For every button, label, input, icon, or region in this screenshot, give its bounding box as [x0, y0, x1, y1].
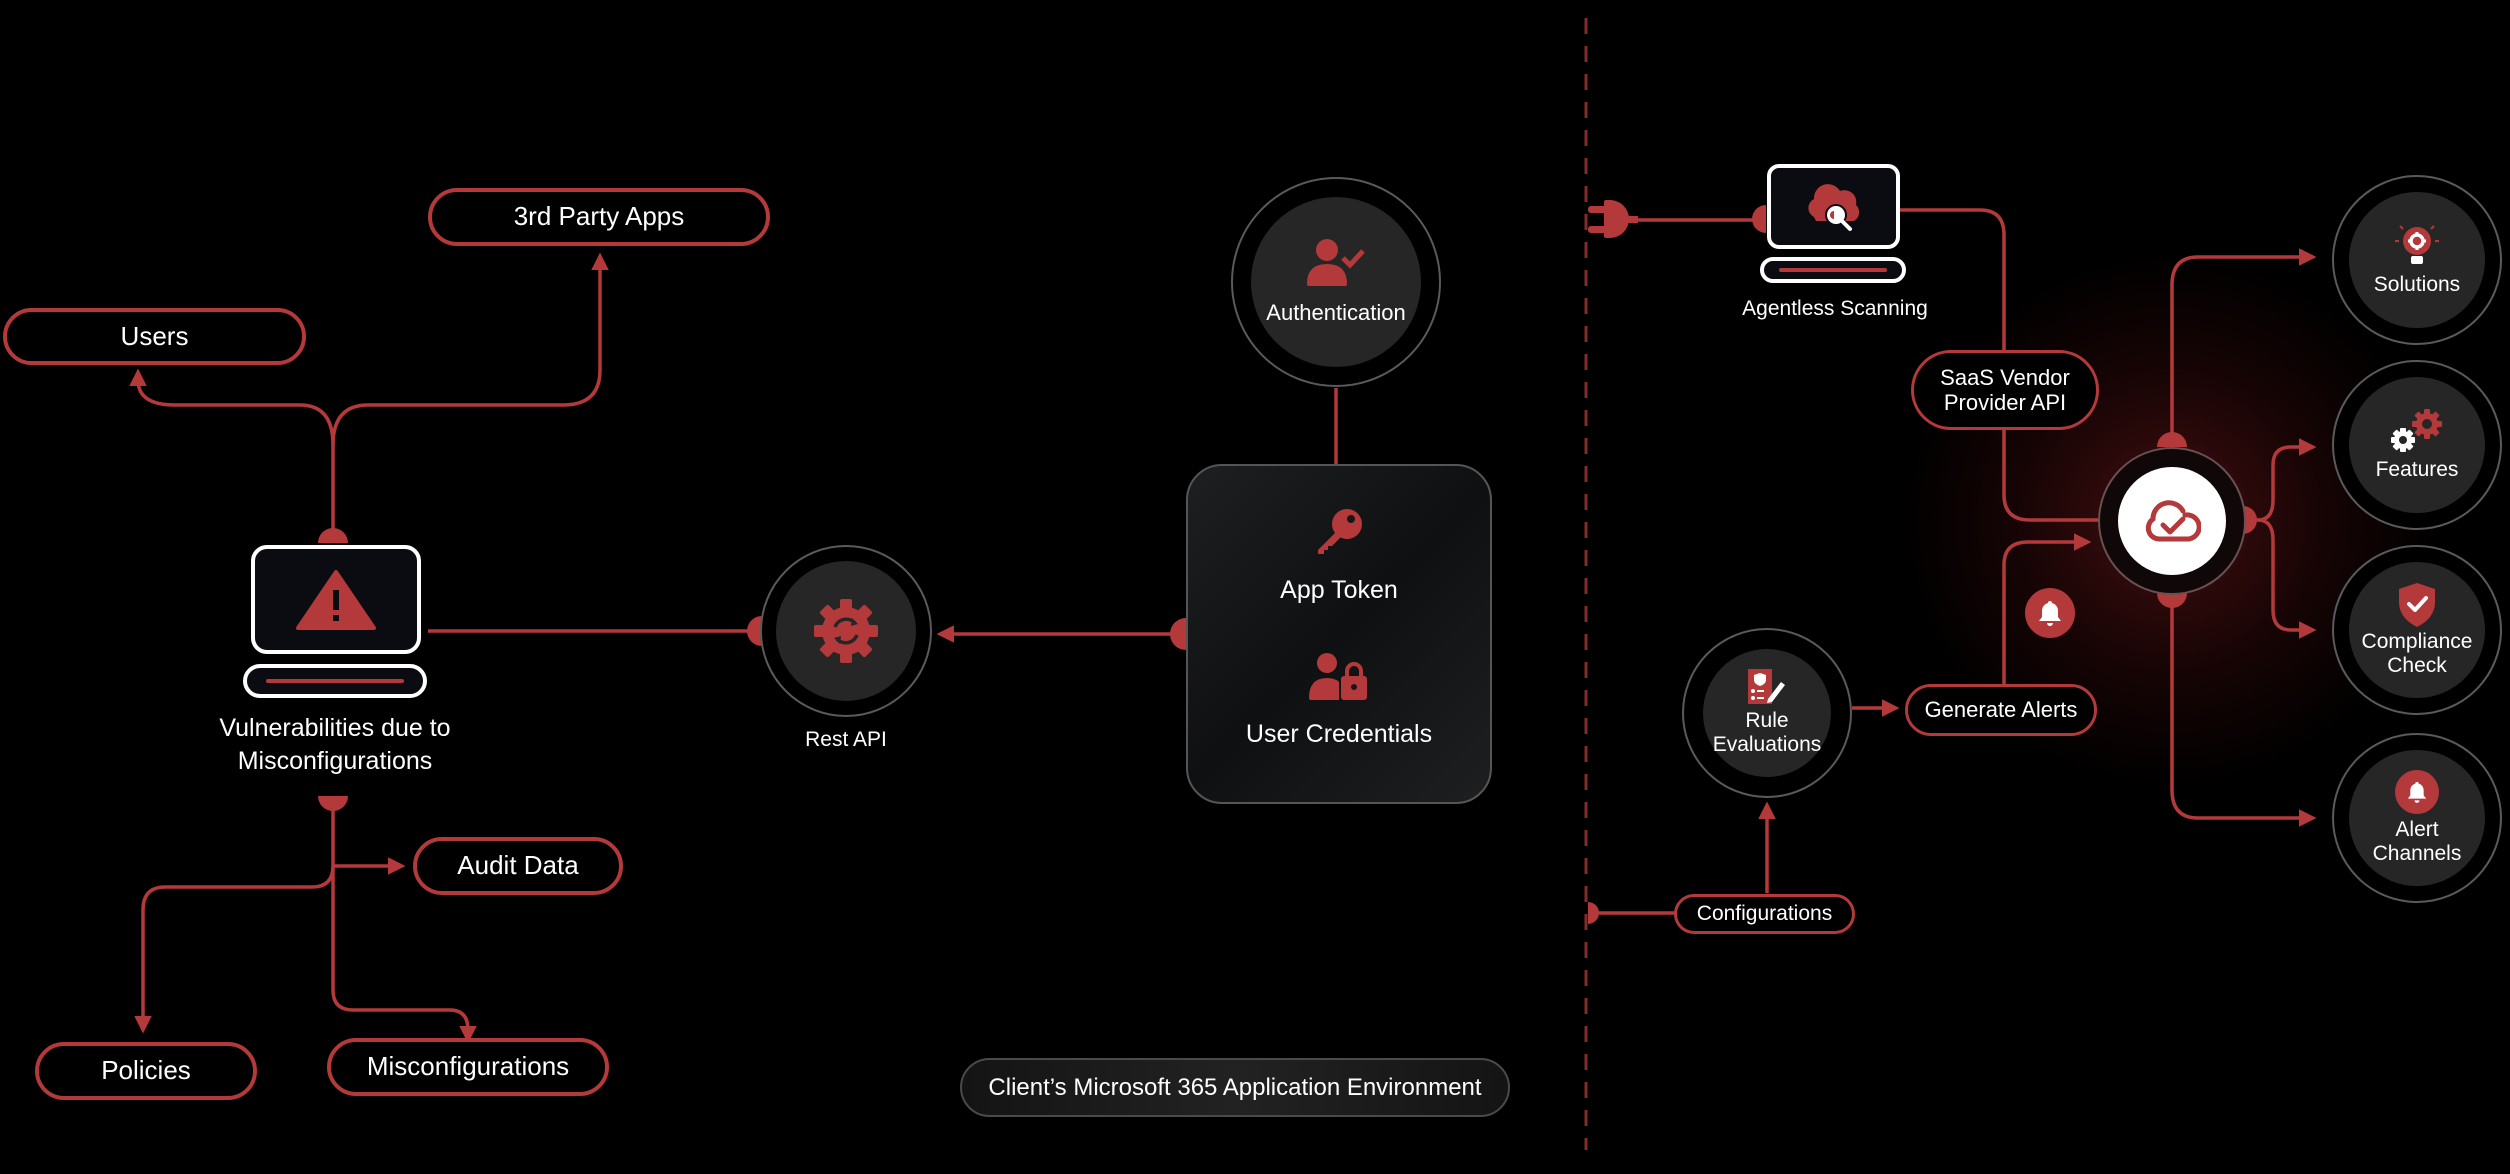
third-party-apps-label: 3rd Party Apps: [513, 201, 685, 232]
user-credentials-label: User Credentials: [1245, 720, 1433, 748]
features-label: Features: [2375, 458, 2459, 481]
credentials-box: App Token User Credentials: [1186, 464, 1492, 804]
rest-api-node[interactable]: [760, 545, 932, 717]
environment-label-text: Client’s Microsoft 365 Application Envir…: [988, 1073, 1482, 1101]
misconfigurations-label: Misconfigurations: [366, 1051, 570, 1082]
connector-dot: [318, 796, 348, 811]
policies-label: Policies: [101, 1055, 191, 1086]
app-token-label: App Token: [1280, 576, 1398, 604]
wire-hub-features: [2245, 438, 2317, 522]
compliance-check-node[interactable]: Compliance Check: [2332, 545, 2502, 715]
warning-triangle-icon: [296, 569, 376, 630]
saas-api-line1: SaaS Vendor: [1940, 364, 2070, 390]
wire-to-policies: [134, 865, 335, 1034]
wire-saas-hub: [2002, 430, 2098, 522]
laptop-base-bar: [1779, 268, 1887, 272]
checklist-shield-icon: [1748, 668, 1785, 704]
configurations-label: Configurations: [1696, 901, 1833, 925]
compliance-check-label: Compliance Check: [2362, 630, 2473, 678]
wire-hub-compliance: [2257, 518, 2317, 639]
rest-api-label: Rest API: [805, 728, 887, 751]
rule-evaluations-node[interactable]: Rule Evaluations: [1682, 628, 1852, 798]
user-credentials-item[interactable]: User Credentials: [1188, 652, 1490, 749]
agentless-label: Agentless Scanning: [1742, 297, 1928, 320]
connector-dot: [2157, 593, 2187, 608]
connector-dot: [1170, 618, 1186, 650]
connector-dot: [1588, 902, 1599, 924]
wire-vuln-down: [331, 800, 477, 1044]
connector-dot: [2157, 432, 2187, 447]
cloud-search-icon: [1807, 183, 1859, 231]
features-node[interactable]: Features: [2332, 360, 2502, 530]
vulnerability-label-line1: Vulnerabilities due to: [219, 714, 451, 742]
third-party-apps-node[interactable]: 3rd Party Apps: [428, 188, 770, 246]
laptop-base-bar: [266, 679, 404, 683]
audit-data-label: Audit Data: [457, 850, 579, 881]
rule-evaluations-line1: Rule: [1745, 708, 1789, 732]
wire-hub-solutions: [2170, 248, 2317, 440]
agentless-laptop-screen[interactable]: [1767, 164, 1900, 249]
alert-channels-node[interactable]: Alert Channels: [2332, 733, 2502, 903]
configurations-node[interactable]: Configurations: [1674, 894, 1855, 934]
generate-alerts-label: Generate Alerts: [1924, 697, 2078, 723]
vulnerability-label-line2: Misconfigurations: [237, 746, 433, 775]
alert-channels-label: Alert Channels: [2373, 818, 2462, 866]
authentication-node[interactable]: Authentication: [1231, 177, 1441, 387]
app-token-item[interactable]: App Token: [1188, 508, 1490, 605]
user-check-icon: [1307, 239, 1365, 286]
compliance-check-line2: Check: [2387, 654, 2447, 677]
wire-to-3rd-party: [331, 252, 609, 446]
alert-channels-line1: Alert: [2395, 817, 2439, 841]
connector-dot: [1752, 205, 1766, 233]
shield-check-icon: [2399, 582, 2435, 627]
plug-icon: [1588, 200, 1638, 238]
wire-agentless-saas: [1900, 208, 2006, 350]
gears-icon: [2391, 409, 2442, 452]
rule-evaluations-line2: Evaluations: [1712, 733, 1822, 756]
generate-alerts-node[interactable]: Generate Alerts: [1905, 684, 2097, 736]
connector-dot: [318, 528, 348, 543]
vulnerability-laptop-screen[interactable]: [251, 545, 421, 654]
cloud-check-icon: [2145, 500, 2201, 542]
saas-api-line2: Provider API: [1943, 390, 2067, 415]
alert-channels-icon-badge: [2395, 769, 2439, 814]
users-label: Users: [120, 320, 189, 351]
rule-evaluations-label: Rule Evaluations: [1713, 709, 1822, 757]
wire-to-users: [129, 368, 335, 540]
bell-icon: [2039, 601, 2061, 626]
policies-node[interactable]: Policies: [35, 1042, 257, 1100]
bell-icon: [2407, 781, 2427, 803]
lightbulb-gear-icon: [2395, 225, 2439, 264]
alert-channels-line2: Channels: [2372, 842, 2462, 865]
users-node[interactable]: Users: [3, 308, 306, 365]
key-icon: [1318, 509, 1362, 554]
alert-badge: [2025, 588, 2075, 638]
user-lock-icon: [1309, 653, 1367, 700]
saas-vendor-api-node[interactable]: SaaS Vendor Provider API: [1911, 350, 2099, 430]
authentication-label: Authentication: [1266, 300, 1406, 325]
vulnerability-laptop-base: [243, 664, 427, 698]
audit-data-node[interactable]: Audit Data: [413, 837, 623, 895]
compliance-check-line1: Compliance: [2361, 629, 2473, 653]
wire-hub-alert-channels: [2170, 600, 2317, 827]
solutions-label: Solutions: [2373, 273, 2461, 296]
vulnerability-label: Vulnerabilities due to Misconfigurations: [180, 712, 490, 777]
hub-node[interactable]: [2098, 447, 2246, 595]
environment-label: Client’s Microsoft 365 Application Envir…: [960, 1058, 1510, 1117]
gear-sync-icon: [814, 599, 878, 663]
misconfigurations-node[interactable]: Misconfigurations: [327, 1038, 609, 1096]
agentless-laptop-base: [1760, 257, 1906, 283]
solutions-node[interactable]: Solutions: [2332, 175, 2502, 345]
